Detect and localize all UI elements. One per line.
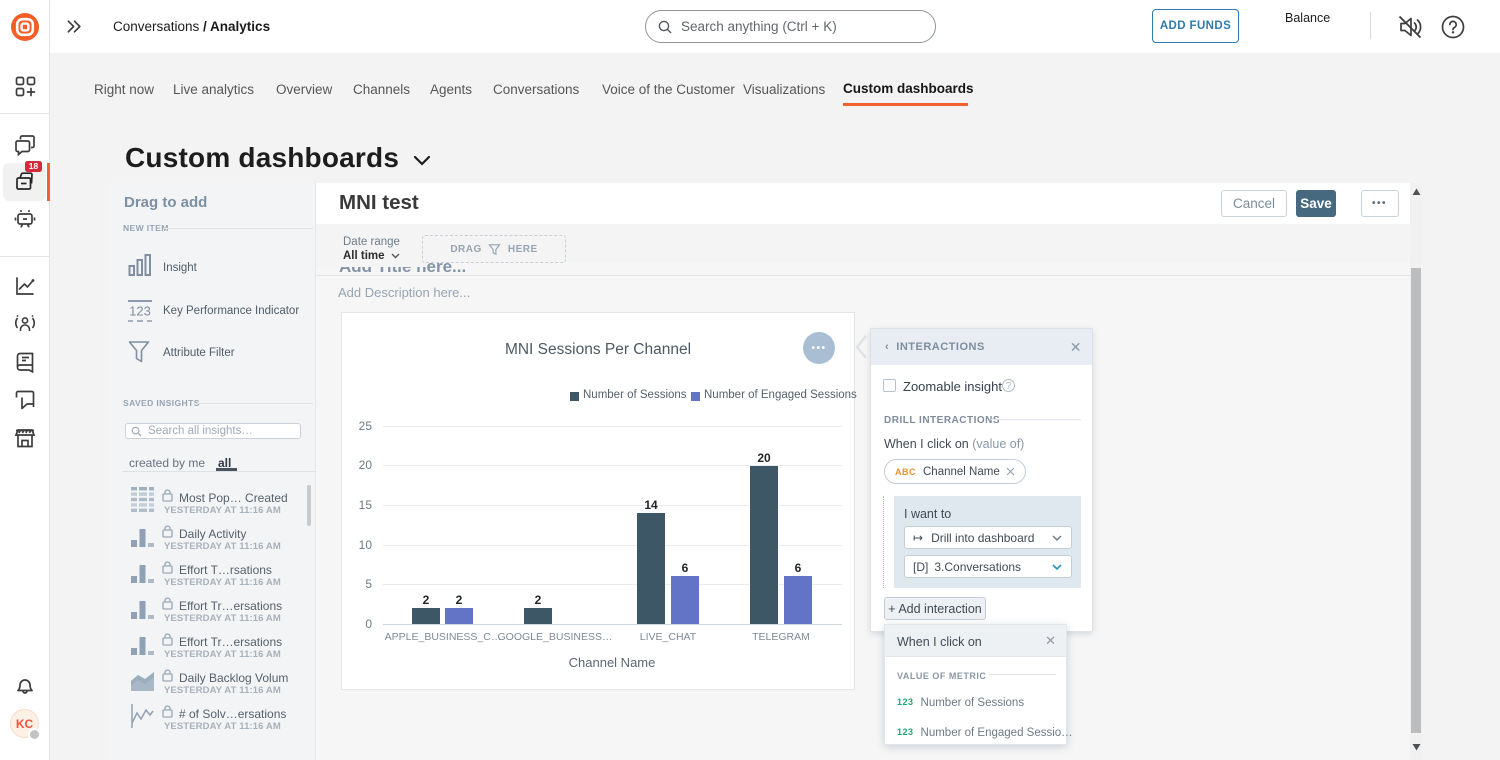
svg-text:123: 123	[129, 304, 151, 319]
